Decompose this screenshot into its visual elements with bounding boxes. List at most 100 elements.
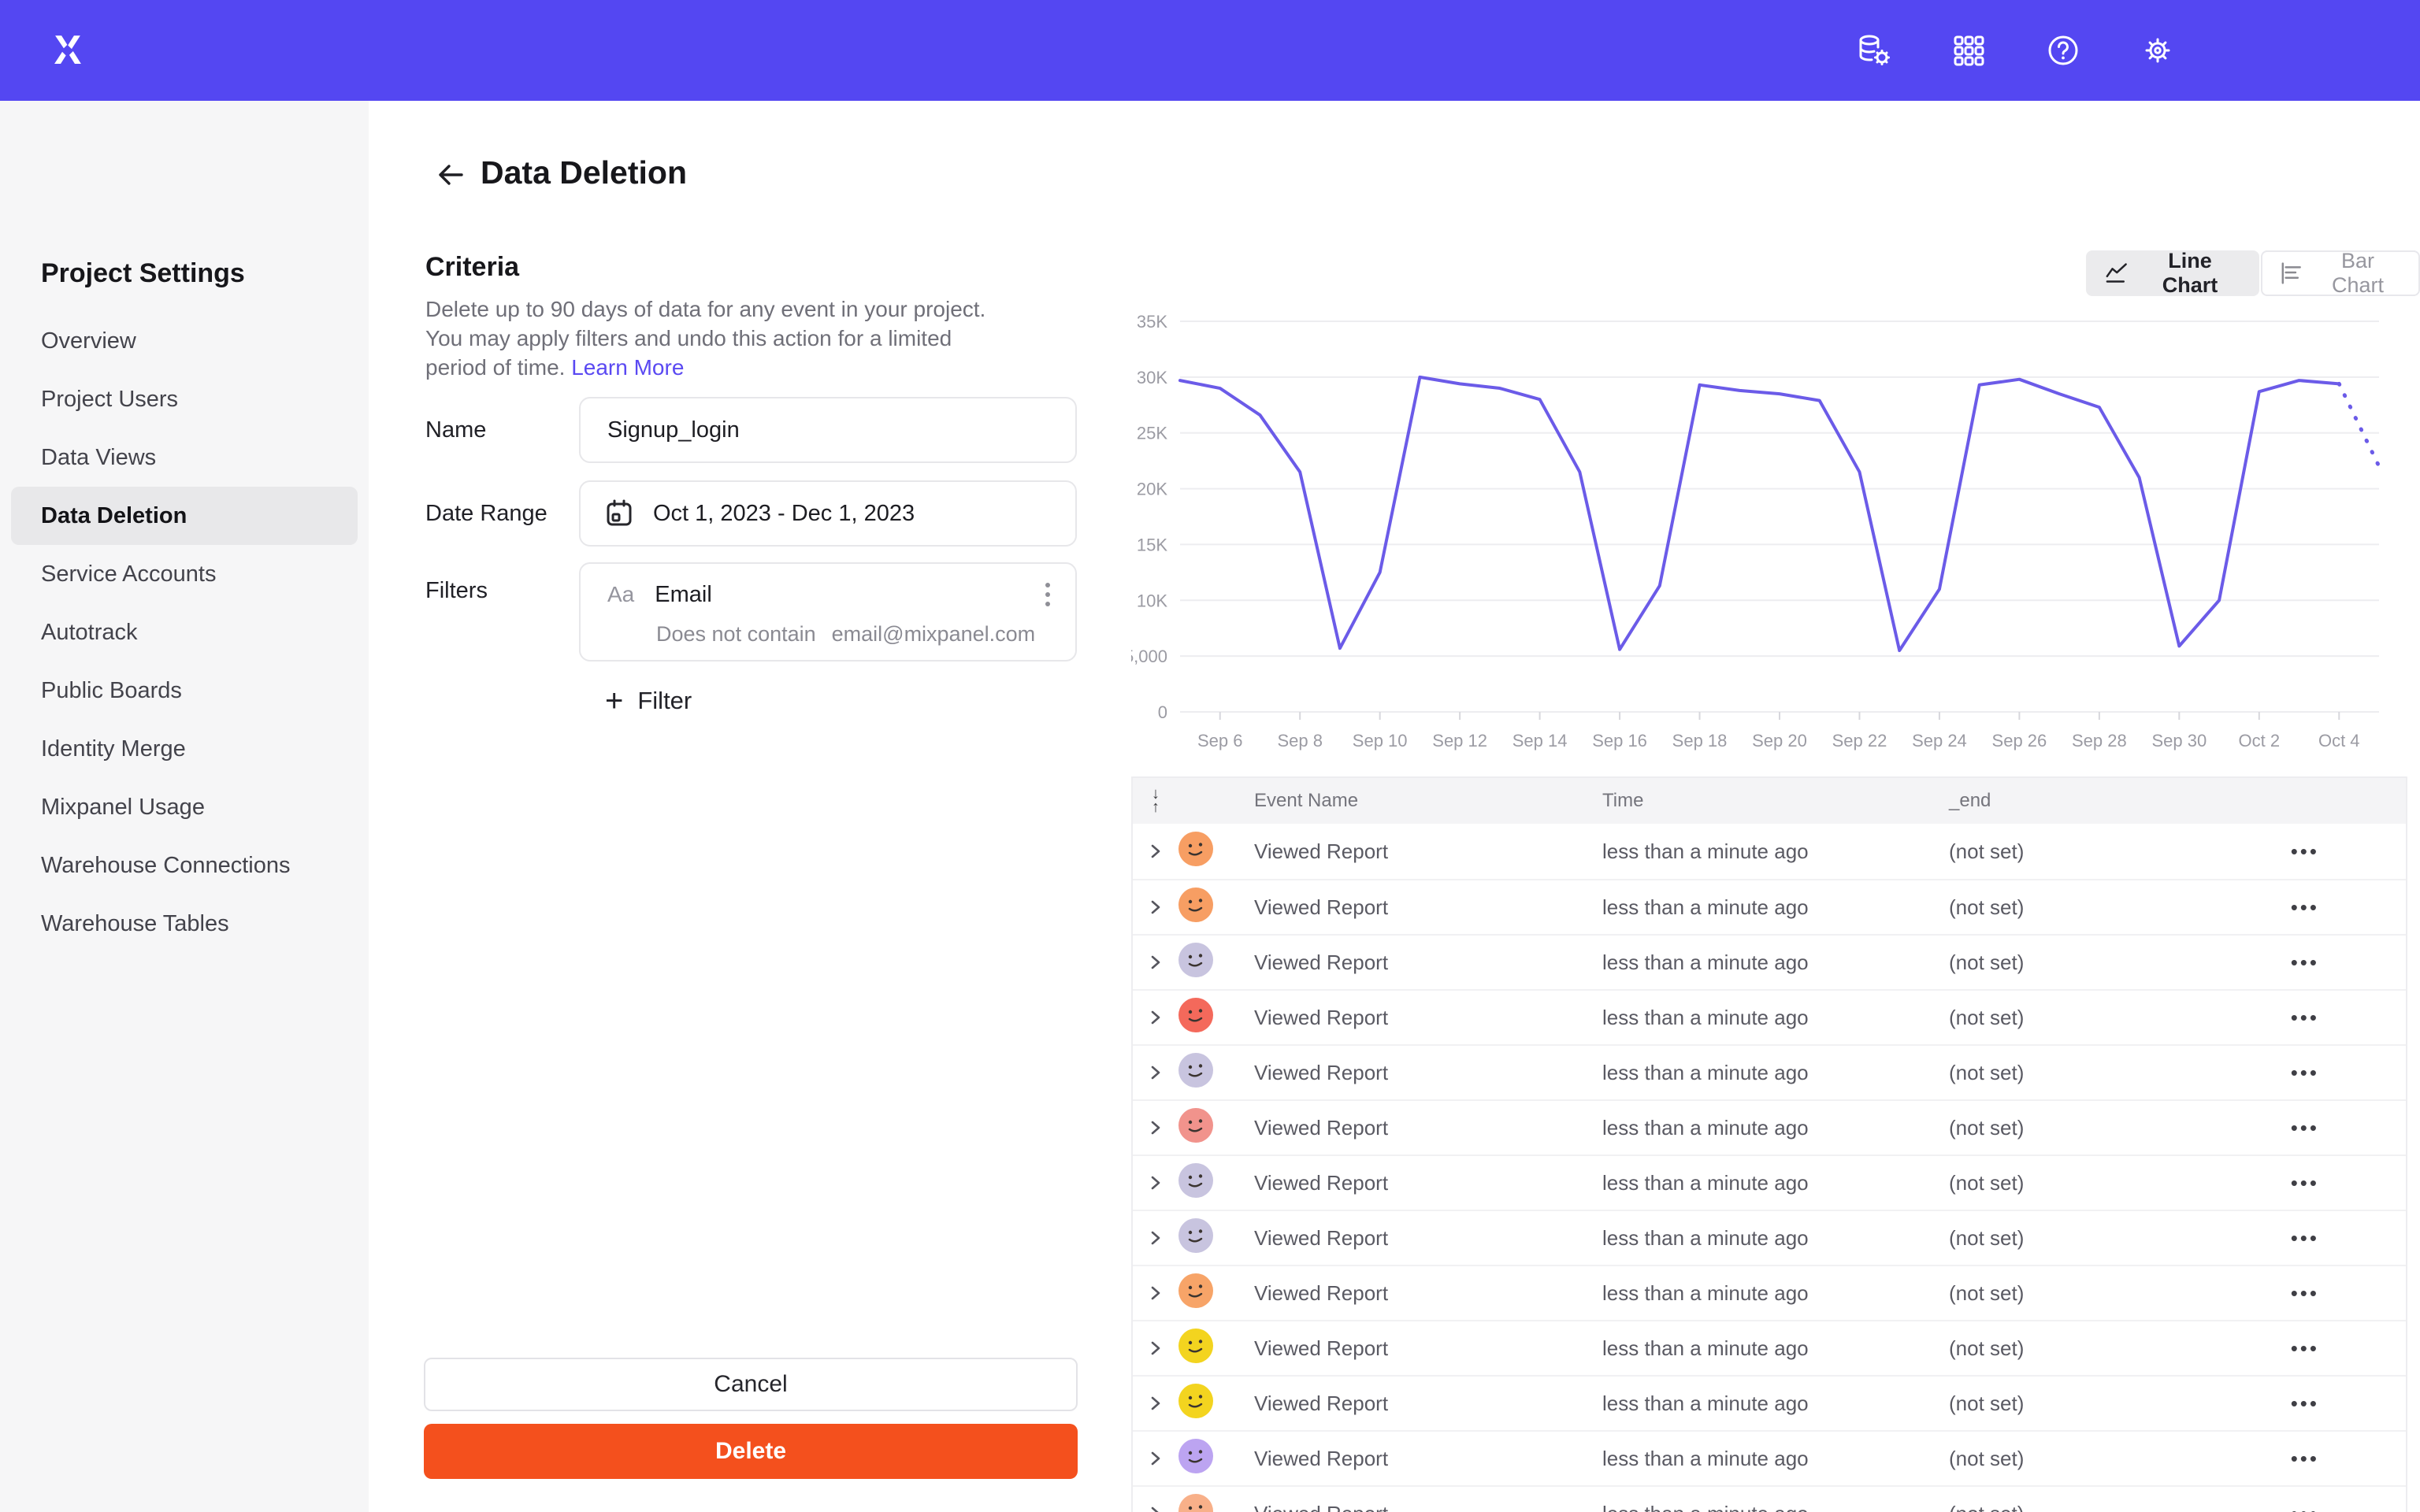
end-cell: (not set) [1928,1226,2244,1251]
row-expand-chevron-icon[interactable] [1149,1174,1163,1191]
end-cell: (not set) [1928,1447,2244,1471]
event-name-cell[interactable]: Viewed Report [1234,1006,1582,1030]
row-expand-chevron-icon[interactable] [1149,1450,1163,1467]
add-filter-button[interactable]: + Filter [605,685,692,717]
apps-grid-icon[interactable] [1950,32,1987,69]
svg-text:20K: 20K [1137,480,1167,499]
sidebar-item-warehouse-connections[interactable]: Warehouse Connections [11,836,358,895]
event-name-cell[interactable]: Viewed Report [1234,1502,1582,1512]
time-cell: less than a minute ago [1582,1116,1928,1140]
svg-text:Sep 20: Sep 20 [1752,731,1807,750]
row-actions-ellipsis-icon[interactable]: ••• [2291,839,2319,864]
filter-operator[interactable]: Does not contain [656,622,816,647]
svg-text:Sep 12: Sep 12 [1432,731,1487,750]
svg-text:Sep 28: Sep 28 [2072,731,2127,750]
row-expand-chevron-icon[interactable] [1149,1284,1163,1302]
sidebar: Project Settings OverviewProject UsersDa… [0,101,369,1512]
bar-chart-toggle[interactable]: Bar Chart [2261,250,2420,296]
name-input[interactable] [581,398,1075,461]
sidebar-item-project-users[interactable]: Project Users [11,370,358,428]
time-cell: less than a minute ago [1582,839,1928,864]
row-actions-ellipsis-icon[interactable]: ••• [2291,1171,2319,1195]
sidebar-item-autotrack[interactable]: Autotrack [11,603,358,662]
svg-text:Sep 22: Sep 22 [1832,731,1887,750]
event-name-cell[interactable]: Viewed Report [1234,1336,1582,1361]
event-name-cell[interactable]: Viewed Report [1234,1226,1582,1251]
sidebar-item-mixpanel-usage[interactable]: Mixpanel Usage [11,778,358,836]
sidebar-item-overview[interactable]: Overview [11,312,358,370]
sidebar-item-public-boards[interactable]: Public Boards [11,662,358,720]
filter-card[interactable]: Aa Email Does not contain email@mixpanel… [579,562,1077,662]
filter-options-kebab-icon[interactable] [1041,578,1055,611]
end-cell: (not set) [1928,895,2244,920]
row-expand-chevron-icon[interactable] [1149,954,1163,971]
event-name-cell[interactable]: Viewed Report [1234,1281,1582,1306]
sidebar-item-data-deletion[interactable]: Data Deletion [11,487,358,545]
svg-text:Sep 26: Sep 26 [1992,731,2047,750]
time-cell: less than a minute ago [1582,1061,1928,1085]
filter-property[interactable]: Email [655,582,712,608]
row-expand-chevron-icon[interactable] [1149,1119,1163,1136]
delete-button[interactable]: Delete [424,1424,1078,1479]
row-actions-ellipsis-icon[interactable]: ••• [2291,1116,2319,1140]
row-actions-ellipsis-icon[interactable]: ••• [2291,1226,2319,1251]
sidebar-item-service-accounts[interactable]: Service Accounts [11,545,358,603]
row-expand-chevron-icon[interactable] [1149,1064,1163,1081]
avatar [1178,1108,1213,1143]
row-expand-chevron-icon[interactable] [1149,1395,1163,1412]
event-name-cell[interactable]: Viewed Report [1234,839,1582,864]
column-header-time[interactable]: Time [1582,790,1928,812]
sidebar-item-identity-merge[interactable]: Identity Merge [11,720,358,778]
sidebar-item-label: Autotrack [41,620,138,646]
avatar [1178,943,1213,977]
line-chart-toggle[interactable]: Line Chart [2086,250,2259,296]
row-actions-ellipsis-icon[interactable]: ••• [2291,895,2319,920]
event-name-cell[interactable]: Viewed Report [1234,1171,1582,1195]
table-row: Viewed Reportless than a minute ago(not … [1133,1320,2406,1375]
row-actions-ellipsis-icon[interactable]: ••• [2291,1392,2319,1416]
row-actions-ellipsis-icon[interactable]: ••• [2291,1006,2319,1030]
data-management-icon[interactable] [1856,32,1892,69]
settings-icon[interactable] [2140,32,2176,69]
event-name-cell[interactable]: Viewed Report [1234,895,1582,920]
string-property-type-icon: Aa [607,582,634,607]
row-expand-chevron-icon[interactable] [1149,843,1163,860]
date-range-value: Oct 1, 2023 - Dec 1, 2023 [653,501,915,527]
column-header-event-name[interactable]: Event Name [1234,790,1582,812]
calendar-icon [604,498,634,528]
date-range-picker[interactable]: Oct 1, 2023 - Dec 1, 2023 [579,480,1077,547]
sidebar-item-warehouse-tables[interactable]: Warehouse Tables [11,895,358,953]
event-name-cell[interactable]: Viewed Report [1234,1392,1582,1416]
criteria-heading: Criteria [425,252,519,283]
help-icon[interactable] [2045,32,2081,69]
filter-value[interactable]: email@mixpanel.com [832,622,1036,647]
row-expand-chevron-icon[interactable] [1149,899,1163,916]
row-actions-ellipsis-icon[interactable]: ••• [2291,1502,2319,1512]
bar-chart-icon [2280,261,2303,286]
sidebar-item-data-views[interactable]: Data Views [11,428,358,487]
mixpanel-logo[interactable]: X [44,27,91,74]
time-cell: less than a minute ago [1582,1171,1928,1195]
time-cell: less than a minute ago [1582,1281,1928,1306]
column-header-end[interactable]: _end [1928,790,2244,812]
row-expand-chevron-icon[interactable] [1149,1505,1163,1512]
row-actions-ellipsis-icon[interactable]: ••• [2291,951,2319,975]
row-expand-chevron-icon[interactable] [1149,1340,1163,1357]
back-button[interactable] [430,154,471,195]
row-expand-chevron-icon[interactable] [1149,1009,1163,1026]
svg-text:Sep 30: Sep 30 [2151,731,2207,750]
learn-more-link[interactable]: Learn More [571,355,684,380]
row-actions-ellipsis-icon[interactable]: ••• [2291,1447,2319,1471]
sort-icon[interactable]: ↓↑ [1133,788,1178,814]
event-name-cell[interactable]: Viewed Report [1234,1116,1582,1140]
row-actions-ellipsis-icon[interactable]: ••• [2291,1281,2319,1306]
event-name-cell[interactable]: Viewed Report [1234,951,1582,975]
row-actions-ellipsis-icon[interactable]: ••• [2291,1061,2319,1085]
event-name-cell[interactable]: Viewed Report [1234,1061,1582,1085]
row-actions-ellipsis-icon[interactable]: ••• [2291,1336,2319,1361]
row-expand-chevron-icon[interactable] [1149,1229,1163,1247]
cancel-button[interactable]: Cancel [424,1358,1078,1411]
sidebar-item-label: Warehouse Tables [41,911,229,937]
page-title: Data Deletion [481,154,687,191]
event-name-cell[interactable]: Viewed Report [1234,1447,1582,1471]
